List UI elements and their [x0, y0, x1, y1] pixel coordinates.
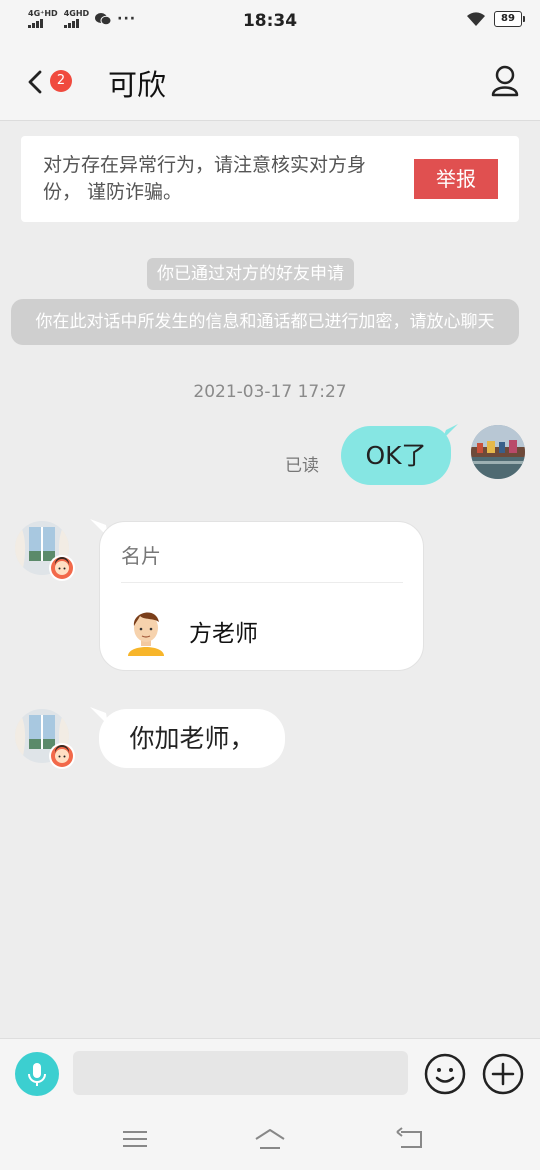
fraud-warning-banner: 对方存在异常行为，请注意核实对方身份， 谨防诈骗。 举报 [21, 136, 519, 222]
wifi-icon [467, 11, 485, 26]
report-button[interactable]: 举报 [414, 159, 498, 199]
card-divider [121, 582, 403, 583]
read-status: 已读 [285, 456, 319, 476]
friend-accepted-notice: 你已通过对方的好友申请 [147, 258, 354, 290]
message-input[interactable] [73, 1051, 408, 1095]
chat-input-bar [0, 1038, 540, 1111]
clock: 18:34 [242, 11, 298, 31]
add-more-button-icon[interactable] [481, 1052, 525, 1096]
received-message-bubble[interactable]: 你加老师， [99, 709, 285, 768]
vip-badge-icon [49, 743, 75, 769]
warning-text: 对方存在异常行为，请注意核实对方身份， 谨防诈骗。 [43, 154, 367, 203]
sent-message-bubble[interactable]: OK了 [341, 426, 451, 485]
contact-name: 可欣 [108, 68, 167, 102]
contact-card-message[interactable]: 名片 方老师 [99, 521, 424, 671]
unread-badge[interactable]: 2 [50, 70, 72, 92]
my-avatar[interactable] [471, 425, 525, 479]
system-nav-bar [0, 1110, 540, 1170]
card-contact-name: 方老师 [189, 621, 258, 647]
card-title: 名片 [121, 544, 161, 568]
battery-icon: 89 [494, 11, 525, 27]
my-avatar-image [471, 425, 525, 479]
voice-input-button[interactable] [15, 1052, 59, 1096]
chat-header: 2 可欣 [0, 42, 540, 121]
emoji-button-icon[interactable] [423, 1052, 467, 1096]
menu-icon[interactable] [118, 1124, 152, 1154]
home-icon[interactable] [253, 1124, 287, 1154]
vip-badge-icon [49, 555, 75, 581]
status-right: 89 [466, 11, 525, 27]
encryption-notice: 你在此对话中所发生的信息和通话都已进行加密，请放心聊天 [11, 299, 519, 345]
message-timestamp: 2021-03-17 17:27 [193, 382, 347, 402]
back-arrow-icon[interactable] [24, 67, 46, 97]
status-bar: 4G⁺HD 4GHD ··· 18:34 89 [0, 0, 540, 42]
back-nav-icon[interactable] [393, 1124, 427, 1154]
teacher-avatar-icon [128, 612, 164, 656]
profile-icon[interactable] [490, 64, 520, 98]
microphone-icon [28, 1063, 46, 1086]
